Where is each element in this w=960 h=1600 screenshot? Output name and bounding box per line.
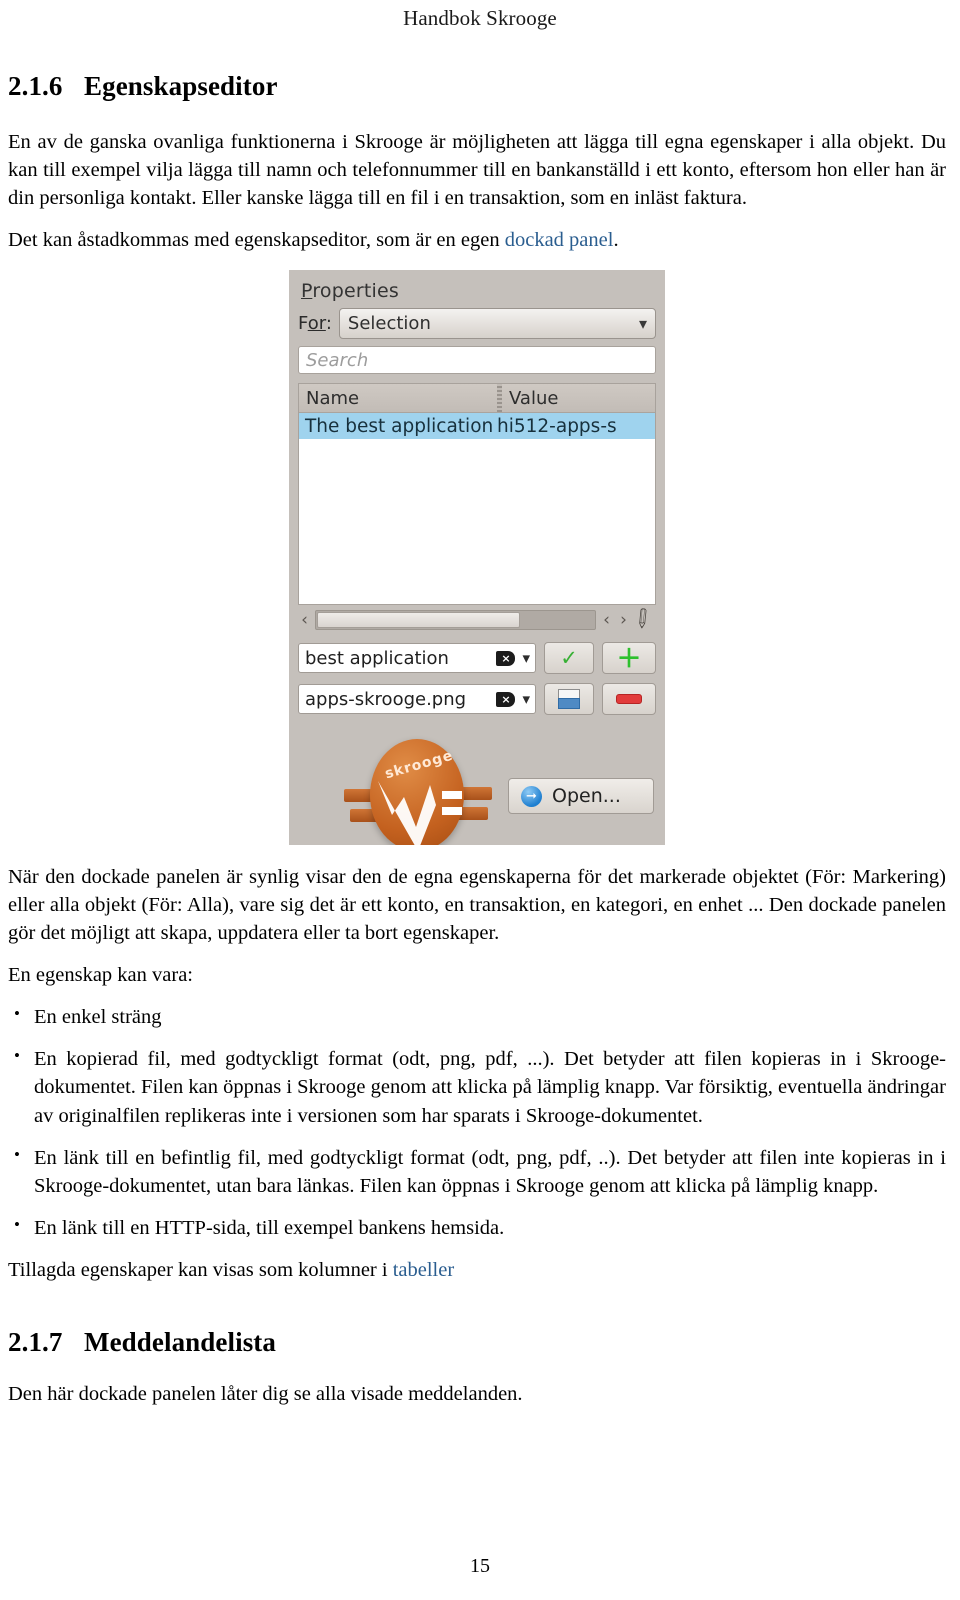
list-item: En länk till en befintlig fil, med godty… [8,1143,946,1200]
open-button[interactable]: ➞ Open... [508,778,654,814]
open-arrow-icon: ➞ [521,785,542,807]
scroll-prev-icon[interactable]: ‹ [600,611,613,629]
table-cell-value: hi512-apps-s [497,415,617,437]
chevron-down-icon: ▾ [638,313,647,333]
properties-table[interactable]: Name Value The best application hi512-ap… [298,383,656,605]
add-property-button[interactable]: ＋ [602,642,656,674]
page-content: 2.1.6 Egenskapseditor En av de ganska ova… [8,71,946,1422]
table-header-row: Name Value [299,384,655,413]
section-heading-216: 2.1.6 Egenskapseditor [8,71,946,102]
property-file-value: apps-skrooge.png [305,688,467,710]
document-page: Handbok Skrooge 2.1.6 Egenskapseditor En … [0,0,960,1600]
paragraph-dockad-prefix: Det kan åstadkommas med egenskapseditor,… [8,228,505,251]
section-title: Meddelandelista [84,1326,277,1357]
property-name-value: best application [305,647,449,669]
preview-row: skrooge ➞ Open... [298,731,656,845]
scroll-left-icon[interactable]: ‹ [298,611,311,629]
column-header-name[interactable]: Name [299,388,497,409]
panel-title: Properties [301,280,656,302]
document-icon [558,689,580,709]
paragraph-docked-panel-desc: När den dockade panelen är synlig visar … [8,866,946,945]
skrooge-logo-icon: skrooge [344,737,492,845]
for-label: For: [298,313,332,334]
property-types-list: En enkel sträng En kopierad fil, med god… [8,1002,946,1242]
paragraph-dockad-panel: Det kan åstadkommas med egenskapseditor,… [8,226,946,254]
properties-panel: Properties For: Selection ▾ Search Name [289,270,665,845]
paragraph-dockad-suffix: . [613,228,619,251]
property-file-combo[interactable]: apps-skrooge.png × ▾ [298,684,536,714]
for-label-post: : [325,313,332,334]
scroll-next-icon[interactable]: › [617,611,630,629]
paragraph-closing-prefix: Tillagda egenskaper kan visas som kolumn… [8,1258,393,1281]
property-name-row: best application × ▾ ✓ ＋ [298,642,656,674]
paragraph-message-list: Den här dockade panelen låter dig se all… [8,1382,523,1405]
resize-grip-icon[interactable]: 🖉 [628,603,662,638]
list-item: En enkel sträng [8,1002,946,1031]
scrollbar-thumb[interactable] [317,612,520,628]
paragraph-closing: Tillagda egenskaper kan visas som kolumn… [8,1256,946,1284]
clear-icon[interactable]: × [496,691,516,707]
section-heading-217: 2.1.7 Meddelandelista [8,1326,946,1358]
minus-icon [616,694,642,704]
horizontal-scrollbar[interactable]: ‹ ‹ › 🖉 [298,605,656,633]
section-number: 2.1.7 [8,1326,63,1357]
running-head: Handbok Skrooge [403,6,557,30]
plus-icon: ＋ [616,643,642,673]
clear-icon[interactable]: × [496,650,516,666]
for-row: For: Selection ▾ [298,308,656,339]
section-title: Egenskapseditor [84,71,278,101]
table-row[interactable]: The best application hi512-apps-s [299,413,655,439]
panel-title-accel: P [301,280,313,302]
section-number: 2.1.6 [8,71,63,101]
property-name-combo[interactable]: best application × ▾ [298,643,536,673]
paragraph-intro: En av de ganska ovanliga funktionerna i … [8,130,946,209]
apply-button[interactable]: ✓ [544,642,594,674]
download-file-button[interactable] [544,683,594,715]
panel-title-rest: roperties [312,280,400,302]
list-item: En länk till en HTTP-sida, till exempel … [8,1213,946,1242]
column-header-value[interactable]: Value [502,388,558,409]
check-icon: ✓ [560,645,578,670]
page-number: 15 [470,1555,490,1577]
table-cell-name: The best application [305,415,494,437]
paragraph-property-can-be: En egenskap kan vara: [8,964,193,987]
for-label-accel: or [307,313,326,334]
figure-properties-panel: Properties For: Selection ▾ Search Name [8,270,946,845]
remove-property-button[interactable] [602,683,656,715]
chevron-down-icon[interactable]: ▾ [522,649,530,667]
open-button-label: Open... [552,785,621,807]
search-placeholder: Search [306,349,369,371]
for-label-pre: F [298,313,308,334]
search-input[interactable]: Search [298,346,656,374]
scrollbar-trough[interactable] [315,610,596,630]
link-dockad-panel[interactable]: dockad panel [505,229,614,251]
for-select-value: Selection [347,313,431,334]
list-item: En kopierad fil, med godtyckligt format … [8,1044,946,1129]
chevron-down-icon[interactable]: ▾ [522,690,530,708]
for-select[interactable]: Selection ▾ [338,308,656,339]
property-file-row: apps-skrooge.png × ▾ [298,683,656,715]
link-tabeller[interactable]: tabeller [393,1259,454,1281]
